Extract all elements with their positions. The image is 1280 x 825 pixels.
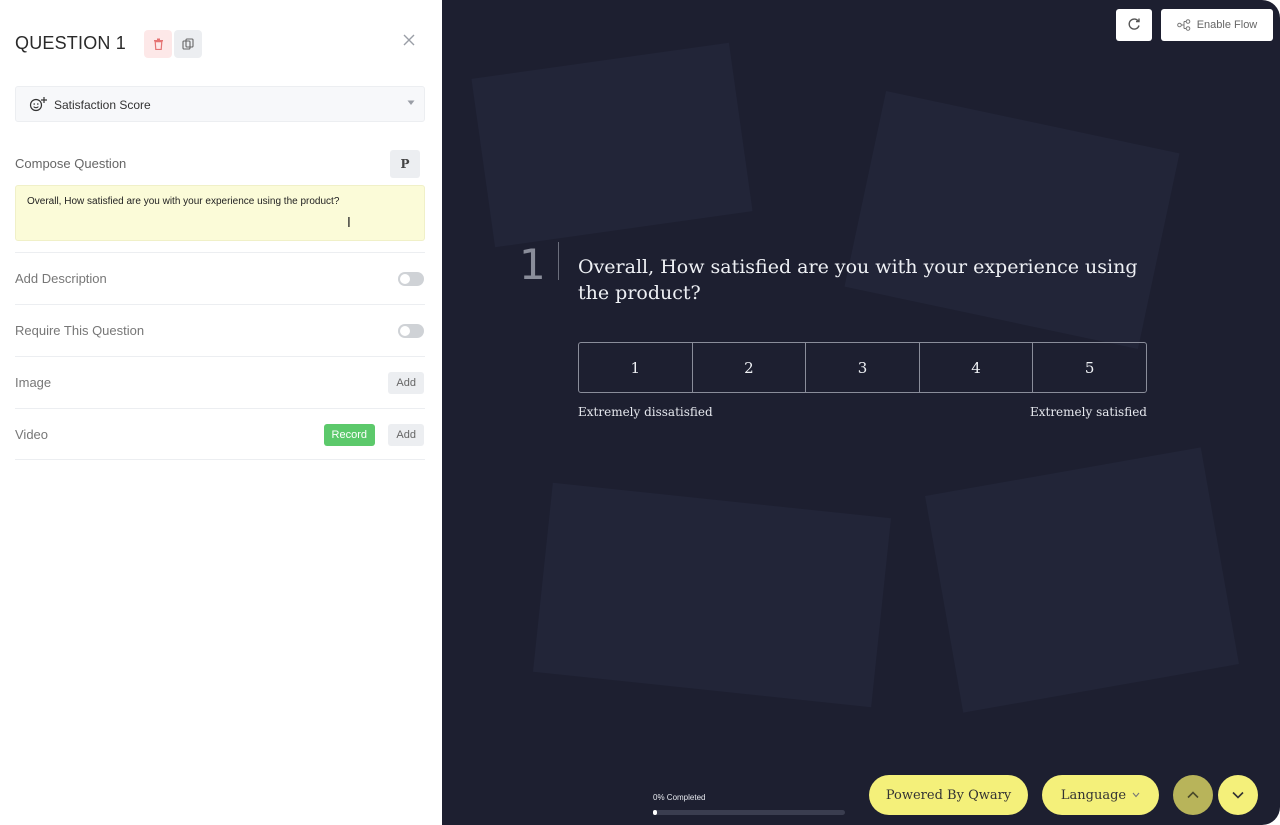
require-question-row: Require This Question	[15, 304, 425, 356]
enable-flow-button[interactable]: Enable Flow	[1161, 9, 1273, 41]
language-label: Language	[1060, 787, 1127, 803]
copy-icon	[182, 38, 194, 50]
question-text-input[interactable]: Overall, How satisfied are you with your…	[15, 185, 425, 241]
compose-question-label: Compose Question	[15, 156, 127, 171]
question-type-label: Satisfaction Score	[54, 98, 151, 112]
image-row: Image Add	[15, 356, 425, 408]
video-row: Video Record Add	[15, 408, 425, 460]
chevron-down-icon	[1132, 792, 1140, 798]
scale-high-label: Extremely satisfied	[1029, 405, 1147, 419]
question-title: QUESTION 1	[15, 33, 127, 53]
scale-option-5[interactable]: 5	[1033, 343, 1146, 392]
progress-bar-fill	[653, 810, 657, 815]
refresh-preview-button[interactable]	[1116, 9, 1152, 41]
chevron-up-icon	[1187, 791, 1199, 799]
next-question-button[interactable]	[1218, 775, 1258, 815]
question-editor-panel: QUESTION 1 Satisfaction Score Compose Qu…	[0, 0, 442, 825]
require-question-toggle[interactable]	[398, 324, 424, 338]
require-question-label: Require This Question	[15, 323, 145, 338]
video-label: Video	[15, 427, 49, 442]
scale-option-4[interactable]: 4	[920, 343, 1034, 392]
add-video-button[interactable]: Add	[388, 424, 424, 446]
question-number-divider	[558, 242, 559, 280]
progress-bar	[653, 810, 845, 815]
duplicate-question-button[interactable]	[174, 30, 202, 58]
divider	[15, 459, 425, 460]
powered-by-button[interactable]: Powered By Qwary	[869, 775, 1028, 815]
add-description-row: Add Description	[15, 252, 425, 304]
add-description-toggle[interactable]	[398, 272, 424, 286]
background-shape	[533, 482, 891, 708]
question-type-select[interactable]: Satisfaction Score	[15, 86, 425, 122]
background-shape	[844, 90, 1180, 350]
scale-low-label: Extremely dissatisfied	[578, 405, 713, 419]
previous-question-button[interactable]	[1173, 775, 1213, 815]
add-description-label: Add Description	[15, 271, 107, 286]
paragraph-format-button[interactable]: P	[390, 150, 420, 178]
preview-question-text: Overall, How satisfied are you with your…	[578, 256, 1138, 304]
scale-option-3[interactable]: 3	[806, 343, 920, 392]
survey-preview-panel: Enable Flow 1 Overall, How satisfied are…	[442, 0, 1280, 825]
question-text-value: Overall, How satisfied are you with your…	[27, 196, 340, 207]
record-video-button[interactable]: Record	[323, 424, 375, 446]
enable-flow-label: Enable Flow	[1196, 19, 1258, 31]
chevron-down-icon	[1232, 791, 1244, 799]
caret-down-icon	[407, 100, 415, 105]
editor-header: QUESTION 1	[15, 28, 425, 60]
scale-option-2[interactable]: 2	[693, 343, 807, 392]
trash-icon	[153, 38, 163, 50]
image-label: Image	[15, 375, 52, 390]
close-icon	[403, 34, 415, 46]
background-shape	[925, 447, 1239, 713]
refresh-icon	[1128, 18, 1140, 30]
add-image-button[interactable]: Add	[388, 372, 424, 394]
language-select[interactable]: Language	[1042, 775, 1159, 815]
satisfaction-scale: 1 2 3 4 5	[578, 342, 1147, 393]
close-editor-button[interactable]	[399, 30, 419, 50]
app-frame: QUESTION 1 Satisfaction Score Compose Qu…	[0, 0, 1280, 825]
delete-question-button[interactable]	[144, 30, 172, 58]
smiley-plus-icon	[29, 97, 47, 112]
flow-icon	[1176, 19, 1191, 31]
question-number: 1	[519, 240, 546, 289]
text-cursor-icon: Ι	[347, 216, 351, 231]
progress-label: 0% Completed	[653, 793, 706, 802]
scale-option-1[interactable]: 1	[579, 343, 693, 392]
background-shape	[471, 42, 753, 248]
